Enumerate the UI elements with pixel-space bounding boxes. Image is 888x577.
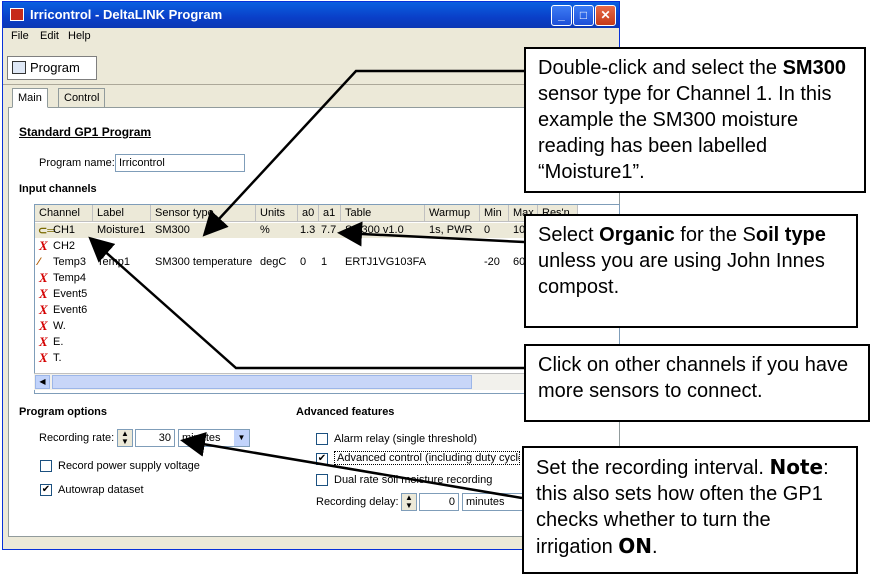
- arrow-to-recording-rate: [180, 432, 523, 500]
- tab-main[interactable]: Main: [12, 88, 48, 108]
- arrow-to-channels: [88, 236, 524, 370]
- arrow-to-sensor-type: [202, 69, 524, 237]
- arrow-to-table: [337, 221, 525, 247]
- callout-other-channels: Click on other channels if you have more…: [524, 344, 870, 422]
- callout-sensor-type: Double-click and select the SM300 sensor…: [524, 47, 866, 193]
- callout-soil-type: Select Organic for the Soil type unless …: [524, 214, 858, 328]
- callout-recording-interval: Set the recording interval. Note: this a…: [522, 446, 858, 574]
